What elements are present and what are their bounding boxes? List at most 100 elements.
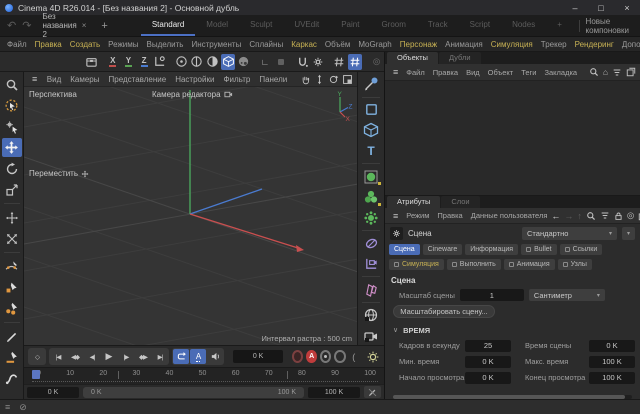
tab-layers[interactable]: Слои	[441, 196, 479, 208]
viewport[interactable]: ≡ Вид Камеры Представление Настройки Фил…	[24, 72, 358, 345]
history-back-icon[interactable]: ←	[551, 211, 560, 221]
timeline-ruler[interactable]: 010 2030 4050 6070 8090 100	[24, 367, 384, 384]
keyframe-diamond-icon[interactable]: ◇	[29, 349, 45, 364]
chip-animation[interactable]: Анимация	[504, 259, 555, 270]
range-start-field[interactable]: 0 K	[27, 387, 79, 398]
menu-file[interactable]: Файл	[3, 40, 31, 49]
close-button[interactable]: ×	[614, 0, 640, 15]
camera-icon[interactable]	[361, 255, 382, 274]
record-scene-icon[interactable]	[292, 350, 303, 363]
cloner-icon[interactable]	[361, 188, 382, 207]
workspace-tab-script[interactable]: Script	[459, 15, 501, 36]
attributes-menu-mode[interactable]: Режим	[402, 211, 433, 220]
menu-create[interactable]: Создать	[66, 40, 104, 49]
menu-mograph[interactable]: MoGraph	[354, 40, 395, 49]
fps-field[interactable]: 25	[465, 340, 511, 352]
menu-animation[interactable]: Анимация	[441, 40, 487, 49]
objects-menu-bookmark[interactable]: Закладка	[540, 68, 581, 77]
next-key-icon[interactable]: ◆▶	[135, 349, 151, 364]
objects-menu-tags[interactable]: Теги	[517, 68, 540, 77]
preset-dropdown[interactable]: Стандартно ▾	[522, 227, 617, 240]
keyframe-pen-icon[interactable]	[364, 386, 381, 398]
playhead[interactable]	[32, 370, 40, 379]
line-pen-icon[interactable]	[2, 327, 22, 346]
menu-edit[interactable]: Правка	[31, 40, 66, 49]
scrollbar-thumb[interactable]	[393, 395, 625, 399]
home-icon[interactable]: ⌂	[603, 67, 608, 77]
viewport-menu-view[interactable]: Вид	[42, 75, 65, 84]
workspace-tab-groom[interactable]: Groom	[370, 15, 416, 36]
max-time-field[interactable]: 100 K	[589, 356, 635, 368]
chip-info[interactable]: Информация	[465, 244, 518, 255]
search-icon[interactable]	[589, 67, 599, 77]
coordinate-system-icon[interactable]	[152, 54, 167, 70]
chip-cineware[interactable]: Cineware	[423, 244, 463, 255]
snap-icon[interactable]	[295, 54, 310, 70]
spline-primitive-icon[interactable]	[361, 101, 382, 120]
target-icon[interactable]: ◎	[369, 54, 384, 70]
field-icon[interactable]	[361, 234, 382, 253]
scene-scale-field[interactable]: 1	[460, 289, 524, 301]
viewport-hamburger-icon[interactable]: ≡	[27, 74, 42, 84]
workplane-box-icon[interactable]	[84, 54, 99, 70]
lock-z-axis-button[interactable]: Z	[137, 54, 152, 70]
viewport-menu-filter[interactable]: Фильтр	[219, 75, 255, 84]
goto-start-icon[interactable]: |◀	[50, 349, 66, 364]
attributes-hamburger-icon[interactable]: ≡	[389, 211, 402, 221]
axis-extend-icon[interactable]	[2, 229, 22, 248]
workspace-tab-paint[interactable]: Paint	[330, 15, 370, 36]
history-forward-icon[interactable]: →	[564, 211, 573, 221]
subdivision-surface-icon[interactable]	[361, 167, 382, 186]
polygons-mode-icon[interactable]	[205, 54, 220, 70]
workspace-tab-model[interactable]: Model	[195, 15, 239, 36]
view-label[interactable]: Перспектива	[29, 90, 77, 99]
preview-start-field[interactable]: 0 K	[465, 372, 511, 384]
tweak-tool-icon[interactable]	[2, 117, 22, 136]
spline-smooth-pen-icon[interactable]	[2, 369, 22, 388]
toggle-view-icon[interactable]	[342, 74, 353, 85]
preview-end-field[interactable]: 100 K	[589, 372, 635, 384]
keyframe-selection-icon[interactable]: (	[349, 350, 360, 363]
autokey-frame-icon[interactable]: A	[190, 349, 206, 364]
live-selection-icon[interactable]	[2, 96, 22, 115]
workspace-tab-track[interactable]: Track	[417, 15, 459, 36]
primitive-cube-icon[interactable]	[361, 121, 382, 140]
menu-simulation[interactable]: Симуляция	[487, 40, 537, 49]
quantize-grid-icon[interactable]	[348, 54, 363, 70]
spline-pen-icon[interactable]	[361, 75, 382, 94]
model-mode-icon[interactable]	[221, 54, 236, 70]
chip-nodes[interactable]: Узлы	[558, 259, 592, 270]
scene-time-field[interactable]: 0 K	[589, 340, 635, 352]
current-frame-field[interactable]: 0 K	[233, 350, 283, 363]
prev-frame-icon[interactable]: ◀|	[84, 349, 100, 364]
objects-menu-view[interactable]: Вид	[462, 68, 484, 77]
menu-splines[interactable]: Сплайны	[245, 40, 287, 49]
scale-scene-button[interactable]: Масштабировать сцену...	[393, 305, 495, 318]
min-time-field[interactable]: 0 K	[465, 356, 511, 368]
render-view-icon[interactable]	[361, 326, 382, 345]
maximize-button[interactable]: □	[588, 0, 614, 15]
expand-panel-icon[interactable]	[626, 67, 636, 77]
spline-point-pen-icon[interactable]	[2, 278, 22, 297]
track-target-icon[interactable]: ◎	[627, 210, 634, 221]
menu-render[interactable]: Рендеринг	[571, 40, 618, 49]
record-keyframe-icon[interactable]	[320, 350, 331, 363]
spline-magnet-pen-icon[interactable]	[2, 299, 22, 318]
commander-search-icon[interactable]	[2, 75, 22, 94]
add-workspace-button[interactable]: +	[546, 15, 573, 36]
workspace-tab-nodes[interactable]: Nodes	[501, 15, 546, 36]
menu-extensions[interactable]: Дополнения	[618, 40, 640, 49]
workspace-tab-uvedit[interactable]: UVEdit	[283, 15, 330, 36]
objects-hamburger-icon[interactable]: ≡	[389, 67, 402, 77]
camera-label[interactable]: Камера редактора	[152, 90, 233, 99]
add-document-button[interactable]: +	[94, 20, 114, 32]
edges-mode-icon[interactable]	[190, 54, 205, 70]
goto-end-icon[interactable]: ▶|	[152, 349, 168, 364]
play-icon[interactable]: ▶	[101, 349, 117, 364]
object-list[interactable]	[385, 81, 640, 196]
loop-icon[interactable]	[173, 349, 189, 364]
objects-menu-edit[interactable]: Правка	[429, 68, 462, 77]
move-tool-icon[interactable]	[2, 138, 22, 157]
viewport-menu-panels[interactable]: Панели	[255, 75, 292, 84]
record-params-icon[interactable]	[334, 350, 345, 363]
